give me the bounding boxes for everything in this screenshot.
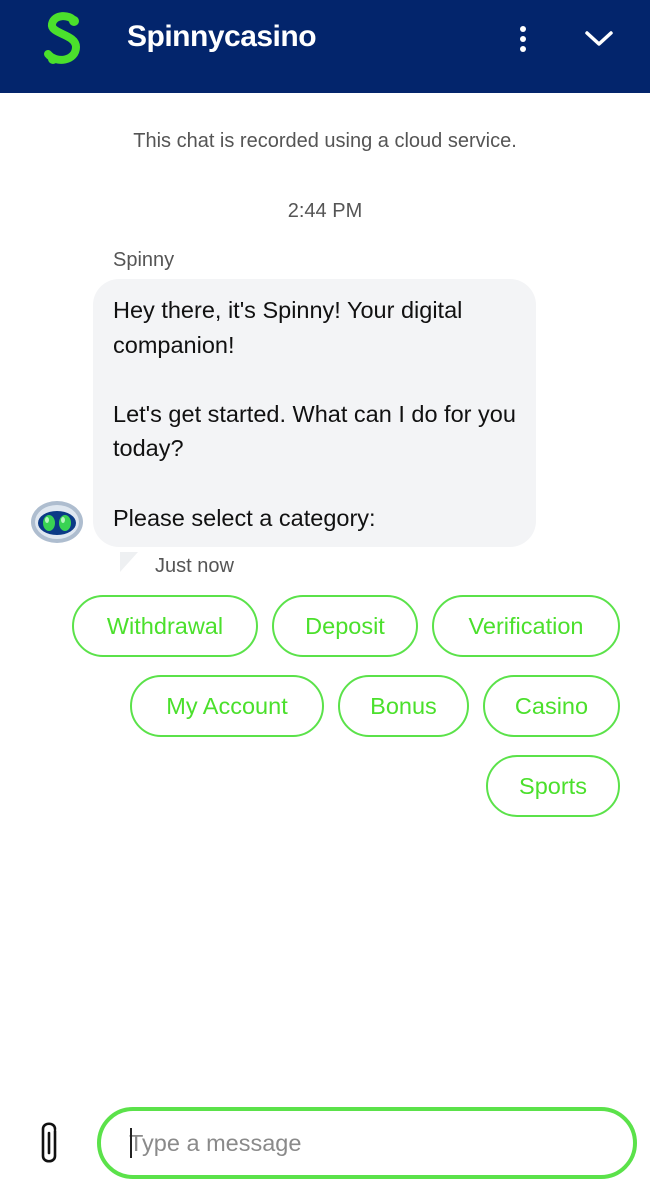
bubble-tail [120, 552, 138, 572]
recording-notice: This chat is recorded using a cloud serv… [133, 130, 517, 152]
chevron-down-icon [585, 31, 613, 46]
more-options-button[interactable] [506, 21, 540, 57]
message-line: Please select a category: [113, 504, 376, 531]
message-status: Just now [155, 555, 234, 577]
chat-header: Spinnycasino [0, 0, 650, 93]
minimize-chat-button[interactable] [578, 19, 620, 59]
message-sender-name: Spinny [113, 249, 175, 271]
quick-reply-verification[interactable]: Verification [432, 595, 620, 657]
quick-reply-bonus[interactable]: Bonus [338, 675, 469, 737]
app-title: Spinnycasino [127, 20, 317, 53]
message-line: Hey there, it's Spinny! Your digital com… [113, 297, 463, 358]
message-composer[interactable] [97, 1107, 637, 1179]
conversation-timestamp: 2:44 PM [287, 200, 363, 222]
attach-file-button[interactable] [36, 1120, 64, 1168]
quick-reply-my-account[interactable]: My Account [130, 675, 324, 737]
quick-reply-deposit[interactable]: Deposit [272, 595, 418, 657]
quick-reply-sports[interactable]: Sports [486, 755, 620, 817]
quick-reply-withdrawal[interactable]: Withdrawal [72, 595, 258, 657]
robot-avatar-icon [28, 497, 86, 547]
message-input[interactable] [129, 1123, 609, 1163]
quick-reply-casino[interactable]: Casino [483, 675, 620, 737]
bot-message-bubble: Hey there, it's Spinny! Your digital com… [93, 279, 536, 547]
spinny-s-logo-icon [38, 9, 92, 69]
vertical-ellipsis-icon [520, 26, 526, 52]
text-cursor [130, 1128, 132, 1158]
message-line: Let's get started. What can I do for you… [113, 400, 516, 462]
paperclip-icon [41, 1122, 57, 1163]
